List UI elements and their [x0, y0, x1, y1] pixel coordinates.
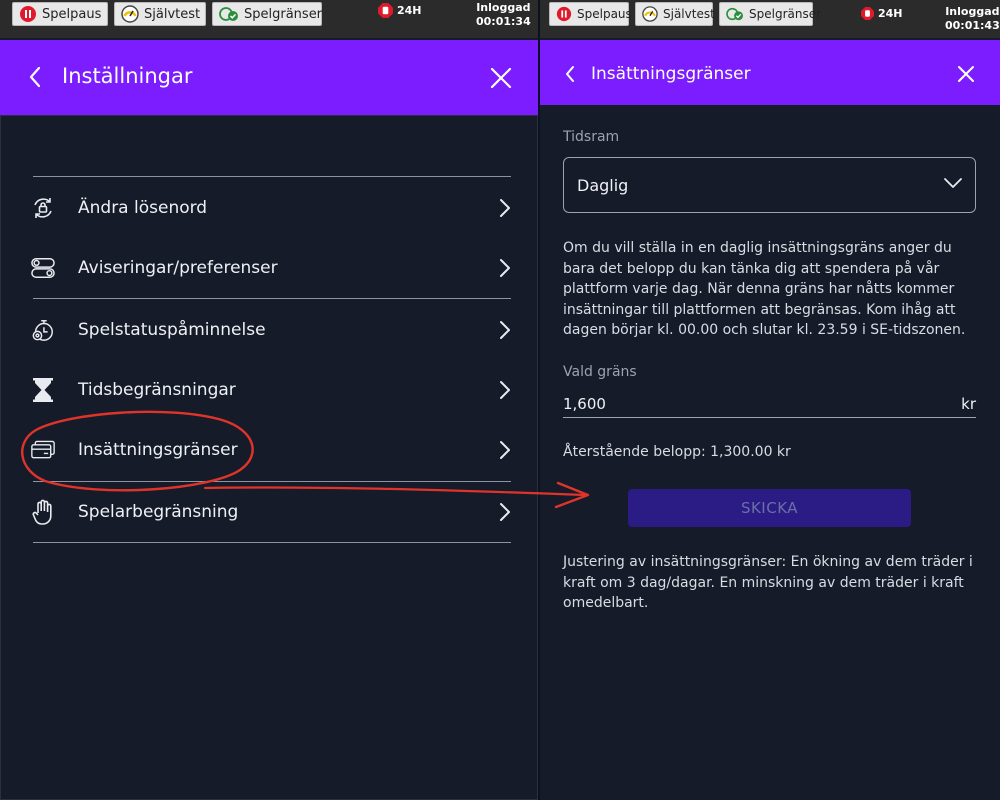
sjalvtest-button[interactable]: Självtest: [114, 2, 206, 26]
timeframe-select[interactable]: Daglig: [563, 157, 976, 213]
currency-label: kr: [961, 395, 976, 413]
login-timer: Inloggad 00:01:34: [476, 1, 531, 29]
login-label: Inloggad: [945, 5, 1000, 18]
stop-hand-icon: [378, 3, 393, 18]
stop-24h-label: 24H: [878, 7, 903, 20]
credit-card-icon: [31, 438, 55, 462]
limits-icon: [726, 7, 743, 21]
chevron-right-icon: [500, 441, 510, 459]
spelgranser-label: Spelgränser: [749, 7, 822, 21]
status-toolbar: Spelpaus Självtest Spelgränser 24H Inlog…: [0, 0, 538, 38]
menu-item-status-reminder[interactable]: Spelstatuspåminnelse: [31, 310, 511, 350]
sjalvtest-button[interactable]: Självtest: [635, 2, 715, 26]
limit-description: Om du vill ställa in en daglig insättnin…: [563, 240, 966, 338]
hand-icon: [31, 499, 55, 525]
settings-screen: Spelpaus Självtest Spelgränser 24H Inlog…: [0, 0, 538, 800]
pause-icon: [20, 6, 36, 22]
gauge-icon: [121, 5, 139, 23]
limit-amount-field[interactable]: 1,600 kr: [563, 394, 976, 418]
deposit-limits-screen: Spelpaus Självtest Spelgränser 24H Inlog…: [540, 0, 1000, 800]
chevron-down-icon: [944, 178, 962, 188]
login-label: Inloggad: [476, 1, 531, 14]
login-timer: Inloggad 00:01:43: [945, 5, 1000, 33]
menu-item-player-restriction[interactable]: Spelarbegränsning: [31, 492, 511, 532]
spelgranser-label: Spelgränser: [244, 6, 323, 22]
stop-24h-label: 24H: [397, 4, 422, 17]
gauge-icon: [642, 6, 658, 22]
spelpaus-button[interactable]: Spelpaus: [549, 2, 632, 26]
adjustment-note: Justering av insättningsgränser: En ökni…: [563, 554, 973, 611]
chevron-right-icon: [500, 199, 510, 217]
menu-item-change-password[interactable]: Ändra lösenord: [33, 188, 511, 228]
menu-divider: [33, 298, 511, 299]
settings-menu: Ändra lösenord Aviseringar/preferenser S…: [0, 115, 538, 800]
stop-24h-indicator[interactable]: 24H: [861, 7, 903, 20]
timeframe-label: Tidsram: [563, 129, 620, 145]
chevron-right-icon: [500, 503, 510, 521]
login-time: 00:01:34: [476, 15, 531, 28]
menu-divider: [33, 481, 511, 482]
spelgranser-button[interactable]: Spelgränser: [719, 2, 821, 26]
limits-icon: [219, 7, 238, 21]
page-title: Insättningsgränser: [591, 64, 751, 84]
menu-item-label: Insättningsgränser: [78, 440, 238, 460]
close-icon[interactable]: [490, 67, 512, 89]
limit-amount-value: 1,600: [563, 395, 606, 413]
settings-header: Inställningar: [0, 40, 538, 115]
sjalvtest-label: Självtest: [663, 7, 715, 21]
hourglass-icon: [31, 378, 55, 402]
deposit-limits-header: Insättningsgränser: [540, 40, 1000, 105]
stop-24h-indicator[interactable]: 24H: [378, 3, 422, 18]
limit-label: Vald gräns: [563, 364, 637, 380]
lock-refresh-icon: [31, 196, 55, 220]
stop-hand-icon: [861, 7, 874, 20]
stopwatch-icon: [31, 318, 55, 342]
menu-divider: [33, 542, 511, 543]
toggles-icon: [31, 256, 55, 280]
menu-item-label: Tidsbegränsningar: [78, 380, 236, 400]
login-time: 00:01:43: [945, 19, 1000, 32]
chevron-right-icon: [500, 259, 510, 277]
menu-item-deposit-limits[interactable]: Insättningsgränser: [31, 430, 511, 470]
deposit-limits-form: Tidsram Daglig Om du vill ställa in en d…: [540, 105, 1000, 800]
menu-item-notifications[interactable]: Aviseringar/preferenser: [31, 248, 511, 288]
spelpaus-button[interactable]: Spelpaus: [12, 2, 108, 26]
menu-item-label: Spelarbegränsning: [78, 502, 239, 522]
spelgranser-button[interactable]: Spelgränser: [212, 2, 322, 26]
sjalvtest-label: Självtest: [144, 6, 201, 22]
remaining-amount: Återstående belopp: 1,300.00 kr: [563, 444, 791, 460]
page-title: Inställningar: [62, 64, 193, 88]
back-icon[interactable]: [28, 66, 42, 88]
menu-divider: [33, 176, 511, 177]
chevron-right-icon: [500, 321, 510, 339]
menu-item-label: Ändra lösenord: [78, 198, 208, 218]
spelpaus-label: Spelpaus: [42, 6, 102, 22]
close-icon[interactable]: [957, 65, 975, 83]
spelpaus-label: Spelpaus: [577, 7, 632, 21]
chevron-right-icon: [500, 381, 510, 399]
menu-item-label: Aviseringar/preferenser: [78, 258, 278, 278]
back-icon[interactable]: [564, 65, 576, 83]
menu-item-time-limits[interactable]: Tidsbegränsningar: [33, 370, 511, 410]
status-toolbar: Spelpaus Självtest Spelgränser 24H Inlog…: [540, 0, 1000, 38]
timeframe-value: Daglig: [577, 175, 629, 195]
submit-button[interactable]: SKICKA: [628, 489, 911, 527]
menu-item-label: Spelstatuspåminnelse: [78, 320, 266, 340]
pause-icon: [556, 6, 572, 22]
